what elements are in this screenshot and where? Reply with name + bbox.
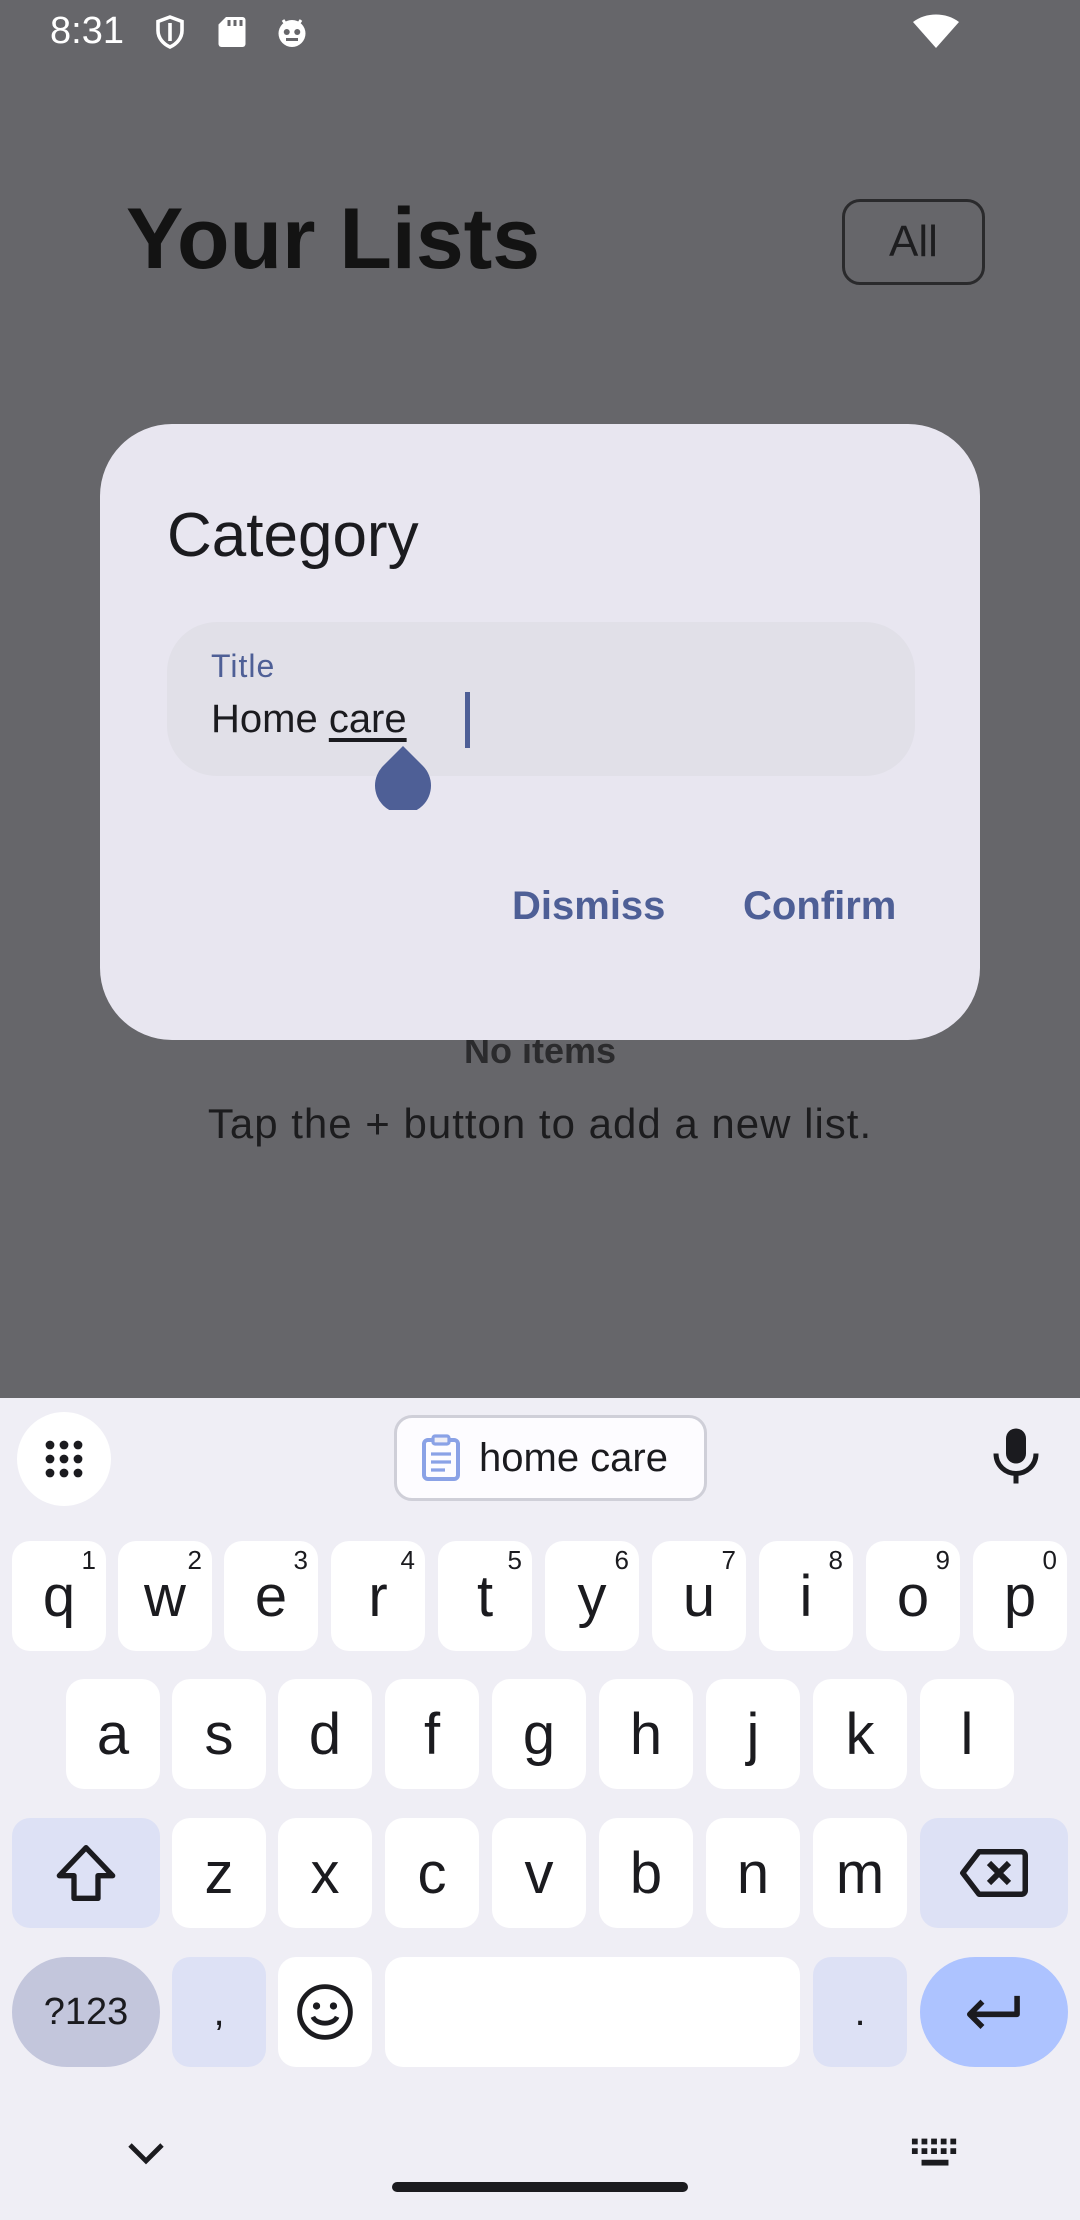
symbols-key[interactable]: ?123 <box>12 1957 160 2067</box>
key-z[interactable]: z <box>172 1818 266 1928</box>
key-o[interactable]: o9 <box>866 1541 960 1651</box>
key-hint: 5 <box>507 1545 522 1575</box>
key-hint: 9 <box>935 1545 950 1575</box>
page-title: Your Lists <box>126 191 541 287</box>
key-n[interactable]: n <box>706 1818 800 1928</box>
key-j[interactable]: j <box>706 1679 800 1789</box>
clipboard-icon <box>422 1434 460 1481</box>
text-cursor <box>465 692 470 748</box>
empty-state-subtitle: Tap the + button to add a new list. <box>207 1100 873 1147</box>
key-label: o <box>896 1563 930 1629</box>
key-m[interactable]: m <box>813 1818 907 1928</box>
clipboard-suggestion-text: home care <box>479 1435 668 1480</box>
key-t[interactable]: t5 <box>438 1541 532 1651</box>
backspace-key[interactable] <box>920 1818 1068 1928</box>
key-r[interactable]: r4 <box>331 1541 425 1651</box>
hide-keyboard-chevron-icon[interactable] <box>126 2138 166 2168</box>
key-f[interactable]: f <box>385 1679 479 1789</box>
period-key[interactable]: . <box>813 1957 907 2067</box>
emoji-key[interactable] <box>278 1957 372 2067</box>
enter-key[interactable] <box>920 1957 1068 2067</box>
key-e[interactable]: e3 <box>224 1541 318 1651</box>
robot-icon <box>278 19 306 47</box>
keyboard-switch-icon[interactable] <box>910 2136 960 2172</box>
key-hint: 4 <box>400 1545 415 1575</box>
wifi-icon <box>913 14 959 48</box>
key-hint: 1 <box>81 1545 96 1575</box>
key-l[interactable]: l <box>920 1679 1014 1789</box>
key-d[interactable]: d <box>278 1679 372 1789</box>
dialog-title: Category <box>167 501 419 570</box>
confirm-button[interactable]: Confirm <box>743 884 896 929</box>
clipboard-suggestion-chip[interactable]: home care <box>394 1415 707 1501</box>
key-u[interactable]: u7 <box>652 1541 746 1651</box>
emoji-icon <box>297 1984 353 2040</box>
title-input-label: Title <box>211 648 276 684</box>
dismiss-button[interactable]: Dismiss <box>512 884 665 929</box>
key-hint: 0 <box>1042 1545 1057 1575</box>
key-w[interactable]: w2 <box>118 1541 212 1651</box>
title-input-value-prefix: Home <box>211 697 329 741</box>
cursor-handle-icon[interactable] <box>374 746 432 810</box>
key-p[interactable]: p0 <box>973 1541 1067 1651</box>
key-hint: 2 <box>187 1545 202 1575</box>
key-label: p <box>1003 1563 1037 1629</box>
sd-card-icon <box>218 17 246 47</box>
key-a[interactable]: a <box>66 1679 160 1789</box>
category-dialog: Category Title Home care Dismiss Confirm <box>100 424 980 1040</box>
comma-key[interactable]: , <box>172 1957 266 2067</box>
key-x[interactable]: x <box>278 1818 372 1928</box>
key-s[interactable]: s <box>172 1679 266 1789</box>
shift-icon <box>56 1845 116 1902</box>
key-g[interactable]: g <box>492 1679 586 1789</box>
shield-icon <box>156 15 184 49</box>
key-hint: 3 <box>293 1545 308 1575</box>
key-label: y <box>577 1563 607 1629</box>
key-label: w <box>144 1563 186 1629</box>
status-bar: 8:31 <box>0 0 1080 66</box>
key-v[interactable]: v <box>492 1818 586 1928</box>
status-time: 8:31 <box>50 10 124 52</box>
key-label: e <box>254 1563 288 1629</box>
key-b[interactable]: b <box>599 1818 693 1928</box>
filter-chip-all[interactable]: All <box>842 199 985 285</box>
key-k[interactable]: k <box>813 1679 907 1789</box>
key-h[interactable]: h <box>599 1679 693 1789</box>
key-q[interactable]: q1 <box>12 1541 106 1651</box>
key-c[interactable]: c <box>385 1818 479 1928</box>
key-hint: 7 <box>721 1545 736 1575</box>
key-y[interactable]: y6 <box>545 1541 639 1651</box>
key-label: r <box>368 1563 388 1629</box>
key-label: u <box>682 1563 716 1629</box>
navigation-handle[interactable] <box>392 2182 688 2192</box>
key-label: i <box>799 1563 813 1629</box>
shift-key[interactable] <box>12 1818 160 1928</box>
backspace-icon <box>960 1849 1028 1897</box>
key-label: q <box>42 1563 76 1629</box>
key-hint: 8 <box>828 1545 843 1575</box>
enter-icon <box>967 1995 1020 2029</box>
title-input-composing-text: care <box>328 697 407 741</box>
apps-grid-icon <box>45 1440 83 1478</box>
key-label: t <box>476 1563 494 1629</box>
keyboard-menu-button[interactable] <box>17 1412 111 1506</box>
key-hint: 6 <box>614 1545 629 1575</box>
soft-keyboard: home care <box>0 1398 1080 2220</box>
title-input[interactable]: Title Home care <box>167 622 915 776</box>
key-i[interactable]: i8 <box>759 1541 853 1651</box>
title-input-value[interactable]: Home care <box>211 697 407 742</box>
space-key[interactable] <box>385 1957 800 2067</box>
microphone-icon[interactable] <box>986 1426 1046 1486</box>
